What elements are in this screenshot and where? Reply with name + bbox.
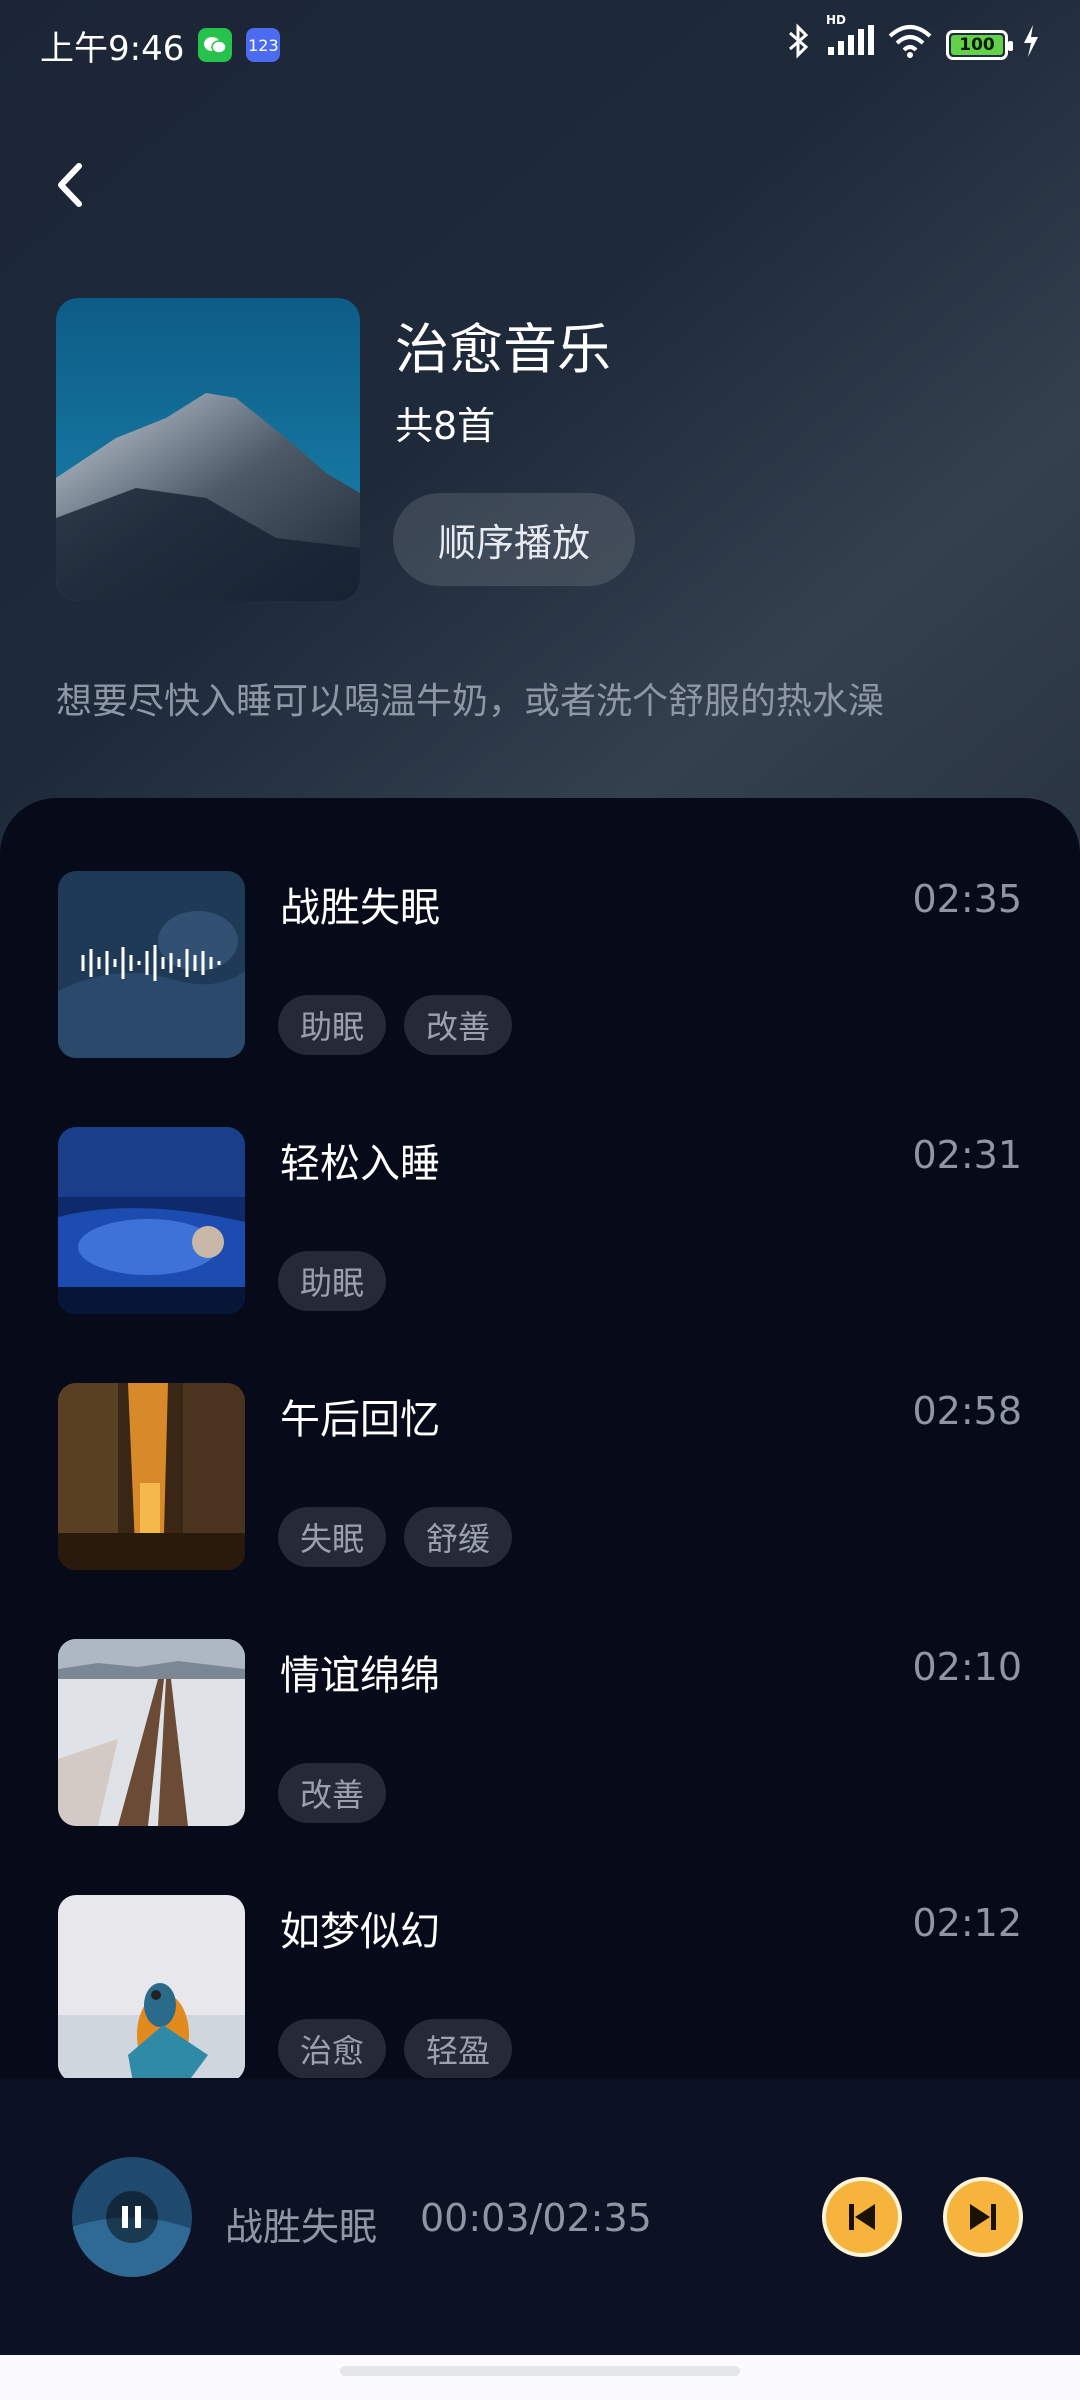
keyboard-icon: 123 xyxy=(246,28,281,62)
song-duration: 02:31 xyxy=(912,1133,1022,1177)
song-item[interactable]: 午后回忆 02:58 失眠 舒缓 xyxy=(0,1383,1080,1573)
status-bar: 上午9:46 123 HD 100 xyxy=(0,0,1080,90)
album-description: 想要尽快入睡可以喝温牛奶，或者洗个舒服的热水澡 xyxy=(56,681,885,722)
next-button[interactable] xyxy=(943,2177,1023,2257)
home-indicator[interactable] xyxy=(340,2366,740,2376)
song-title: 情谊绵绵 xyxy=(280,1653,440,1699)
song-list: 战胜失眠 02:35 助眠 改善 轻松入睡 02:31 助眠 午后回忆 02:5… xyxy=(0,798,1080,2078)
status-right: HD 100 xyxy=(786,13,1040,68)
mini-player: 战胜失眠 00:03/02:35 xyxy=(0,2080,1080,2355)
tag: 失眠 xyxy=(278,1507,387,1567)
song-item[interactable]: 情谊绵绵 02:10 改善 xyxy=(0,1639,1080,1829)
album-count: 共8首 xyxy=(395,404,496,448)
tag: 轻盈 xyxy=(404,2019,513,2078)
song-title: 午后回忆 xyxy=(280,1397,440,1443)
tag: 助眠 xyxy=(278,995,387,1055)
signal-label: HD xyxy=(826,12,847,27)
battery-icon: 100 xyxy=(946,30,1013,60)
song-tags: 助眠 改善 xyxy=(278,995,513,1055)
status-time: 上午9:46 xyxy=(40,28,185,69)
bluetooth-icon xyxy=(786,22,812,68)
song-thumbnail xyxy=(58,1383,245,1570)
status-left: 上午9:46 123 xyxy=(40,21,281,70)
previous-icon xyxy=(849,2204,875,2230)
song-tags: 改善 xyxy=(278,1763,387,1823)
song-item[interactable]: 轻松入睡 02:31 助眠 xyxy=(0,1127,1080,1317)
tag: 舒缓 xyxy=(404,1507,513,1567)
battery-level: 100 xyxy=(951,35,1003,55)
back-button[interactable] xyxy=(40,150,100,220)
song-thumbnail xyxy=(58,871,245,1058)
song-tags: 助眠 xyxy=(278,1251,387,1311)
song-title: 战胜失眠 xyxy=(280,885,440,931)
song-title: 如梦似幻 xyxy=(280,1909,440,1955)
tag: 改善 xyxy=(278,1763,387,1823)
signal-icon: HD xyxy=(826,13,874,66)
tag: 治愈 xyxy=(278,2019,387,2078)
song-duration: 02:10 xyxy=(912,1645,1022,1689)
tag: 助眠 xyxy=(278,1251,387,1311)
tag: 改善 xyxy=(404,995,513,1055)
next-icon xyxy=(970,2204,996,2230)
wechat-icon xyxy=(198,28,233,62)
song-thumbnail xyxy=(58,1127,245,1314)
back-icon xyxy=(58,163,82,207)
play-order-button[interactable]: 顺序播放 xyxy=(393,493,635,586)
player-artwork[interactable] xyxy=(72,2157,192,2277)
song-thumbnail xyxy=(58,1639,245,1826)
wifi-icon xyxy=(888,24,932,67)
song-item[interactable]: 战胜失眠 02:35 助眠 改善 xyxy=(0,871,1080,1061)
song-tags: 失眠 舒缓 xyxy=(278,1507,513,1567)
previous-button[interactable] xyxy=(822,2177,902,2257)
song-item[interactable]: 如梦似幻 02:12 治愈 轻盈 xyxy=(0,1895,1080,2078)
charging-icon xyxy=(1022,24,1040,66)
player-time: 00:03/02:35 xyxy=(420,2196,652,2240)
album-cover xyxy=(56,298,360,601)
song-title: 轻松入睡 xyxy=(280,1141,440,1187)
album-title: 治愈音乐 xyxy=(395,318,611,381)
song-duration: 02:12 xyxy=(912,1901,1022,1945)
navigation-bar xyxy=(0,2355,1080,2400)
player-title: 战胜失眠 xyxy=(225,2205,378,2249)
song-duration: 02:58 xyxy=(912,1389,1022,1433)
song-thumbnail xyxy=(58,1895,245,2078)
song-duration: 02:35 xyxy=(912,877,1022,921)
song-tags: 治愈 轻盈 xyxy=(278,2019,513,2078)
